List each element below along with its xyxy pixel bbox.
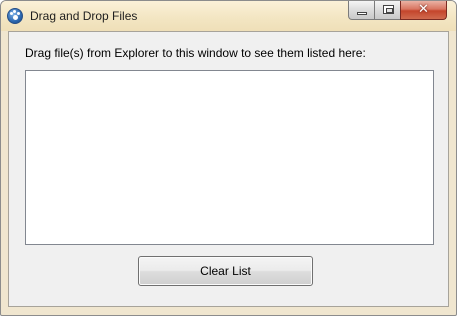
minimize-icon [357, 12, 367, 15]
file-list-box[interactable] [25, 70, 434, 245]
client-area: Drag file(s) from Explorer to this windo… [8, 31, 449, 307]
maximize-button[interactable] [374, 1, 401, 20]
clear-list-button[interactable]: Clear List [138, 256, 313, 286]
minimize-button[interactable] [348, 1, 375, 20]
paw-icon[interactable] [7, 8, 23, 24]
close-button[interactable]: ✕ [400, 1, 447, 20]
maximize-icon [383, 5, 394, 14]
window-title: Drag and Drop Files [30, 9, 138, 23]
instruction-label: Drag file(s) from Explorer to this windo… [25, 46, 366, 60]
title-bar[interactable]: Drag and Drop Files ✕ [1, 1, 456, 31]
app-window: Drag and Drop Files ✕ Drag file(s) from … [0, 0, 457, 316]
close-icon: ✕ [418, 2, 429, 17]
